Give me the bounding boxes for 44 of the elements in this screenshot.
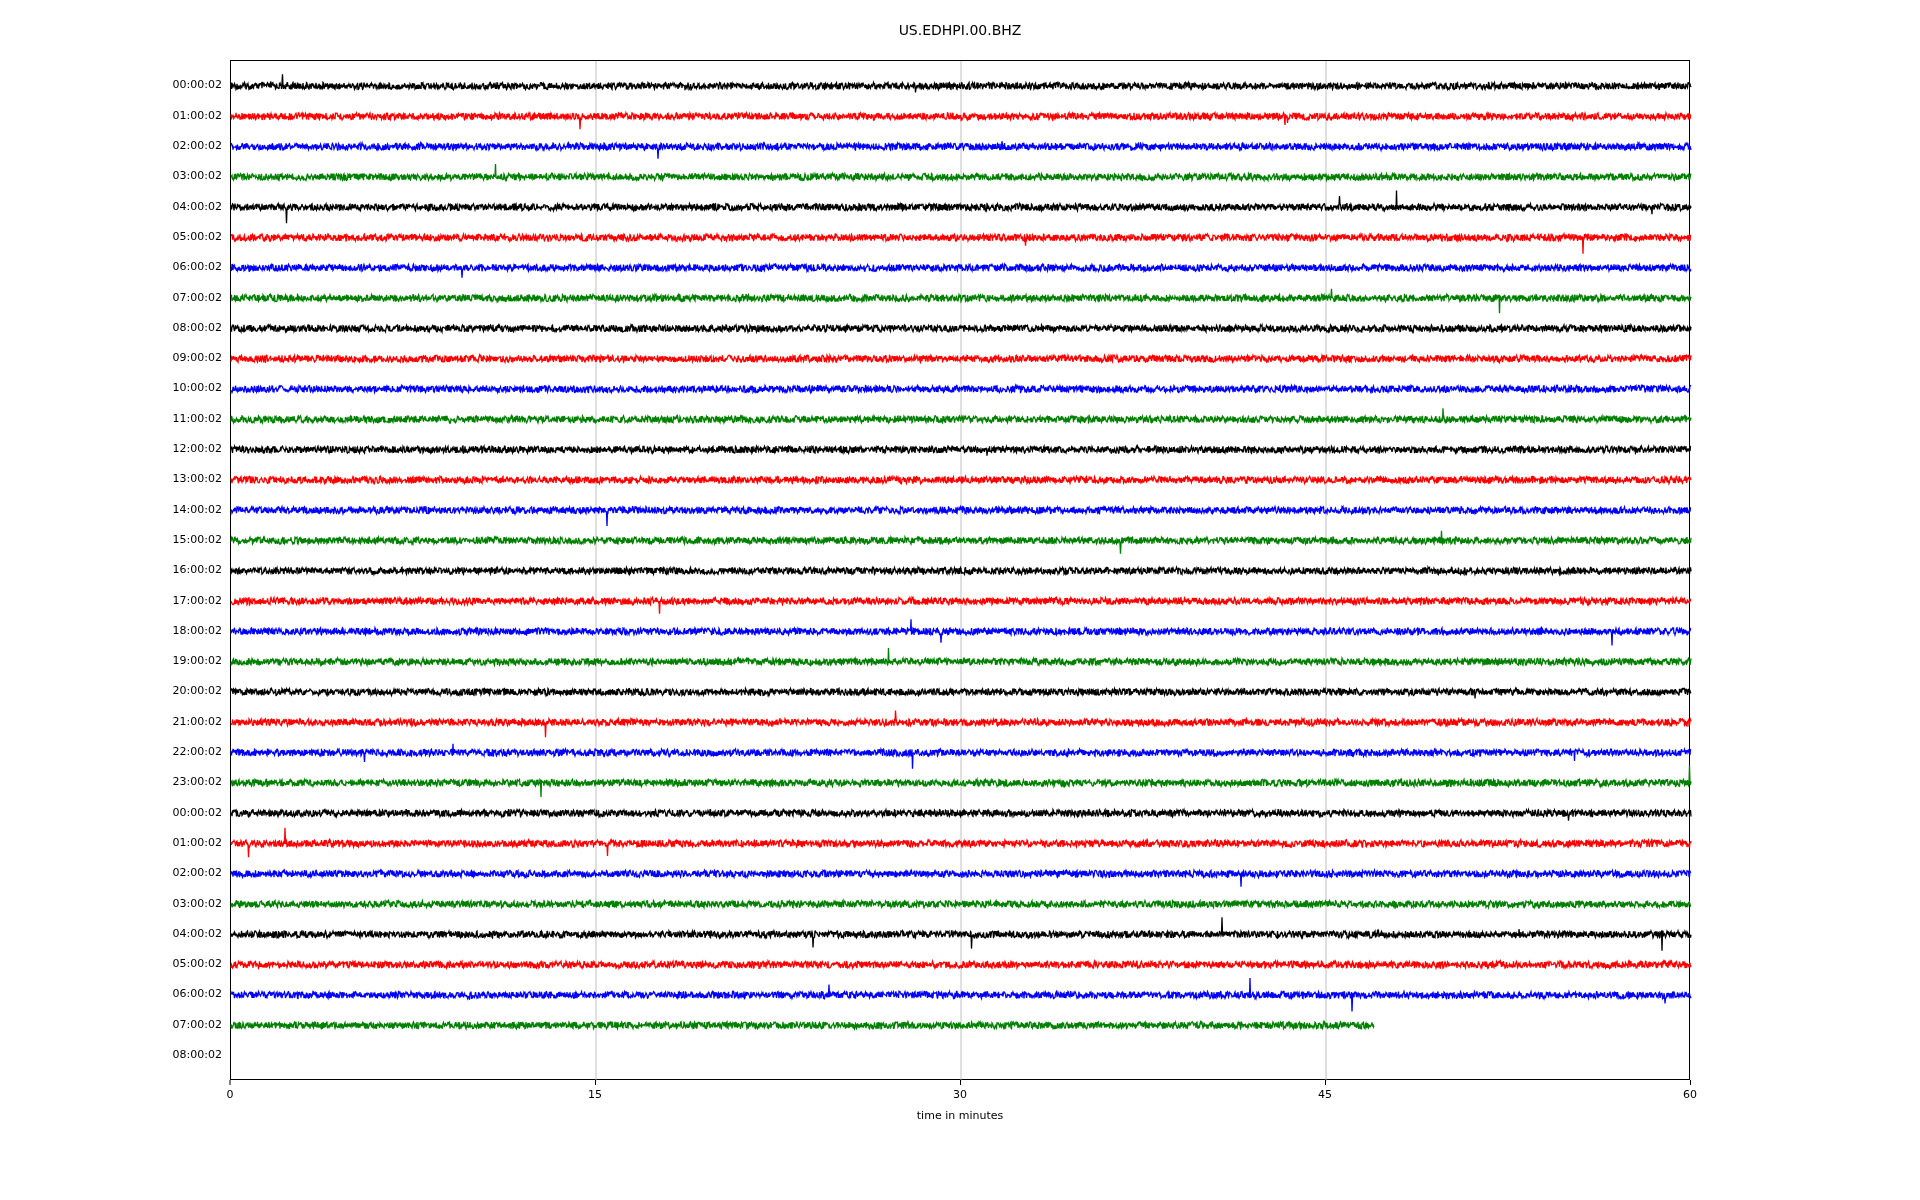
x-tick-label: 15 (588, 1089, 602, 1100)
y-tick-label: 07:00:02 (172, 1018, 222, 1030)
y-tick-label: 23:00:02 (172, 776, 222, 788)
y-tick-label: 21:00:02 (172, 715, 222, 727)
y-tick-label: 01:00:02 (172, 836, 222, 848)
y-tick-label: 22:00:02 (172, 746, 222, 757)
y-tick-label: 19:00:02 (172, 655, 222, 667)
y-tick-label: 14:00:02 (172, 503, 222, 515)
y-tick-label: 07:00:02 (172, 291, 222, 303)
y-tick-label: 00:00:02 (172, 806, 222, 818)
y-tick-label: 16:00:02 (172, 564, 222, 576)
y-tick-label: 20:00:02 (172, 685, 222, 697)
y-tick-label: 06:00:02 (172, 261, 222, 273)
x-tick-label: 60 (1683, 1089, 1697, 1100)
y-tick-label: 02:00:02 (172, 867, 222, 879)
y-tick-label: 13:00:02 (172, 473, 222, 485)
y-tick-label: 00:00:02 (172, 79, 222, 91)
tick-mark (959, 1080, 961, 1085)
y-tick-label: 05:00:02 (172, 958, 222, 970)
y-tick-label: 11:00:02 (172, 412, 222, 424)
y-tick-label: 18:00:02 (172, 624, 222, 636)
y-tick-label: 12:00:02 (172, 443, 222, 455)
x-tick-label: 45 (1318, 1089, 1332, 1100)
y-tick-label: 17:00:02 (172, 594, 222, 606)
x-tick-label: 30 (953, 1089, 967, 1100)
y-tick-label: 06:00:02 (172, 988, 222, 1000)
axis-label: time in minutes (916, 1110, 1004, 1121)
tick-mark (594, 1080, 596, 1085)
y-tick-label: 04:00:02 (172, 200, 222, 212)
tick-mark (1324, 1080, 1326, 1085)
y-tick-label: 08:00:02 (172, 1049, 222, 1060)
y-tick-label: 09:00:02 (172, 352, 222, 364)
x-tick-label: 0 (226, 1089, 234, 1100)
y-tick-label: 10:00:02 (172, 382, 222, 394)
y-tick-label: 08:00:02 (172, 321, 222, 333)
y-tick-label: 03:00:02 (172, 897, 222, 909)
chart-title: US.EDHPI.00.BHZ (898, 20, 1022, 40)
y-tick-label: 04:00:02 (172, 927, 222, 939)
y-tick-label: 01:00:02 (172, 109, 222, 121)
y-tick-label: 02:00:02 (172, 140, 222, 152)
tick-mark (1689, 1080, 1691, 1085)
y-tick-label: 05:00:02 (172, 230, 222, 242)
y-tick-label: 03:00:02 (172, 170, 222, 182)
y-tick-label: 15:00:02 (172, 533, 222, 545)
